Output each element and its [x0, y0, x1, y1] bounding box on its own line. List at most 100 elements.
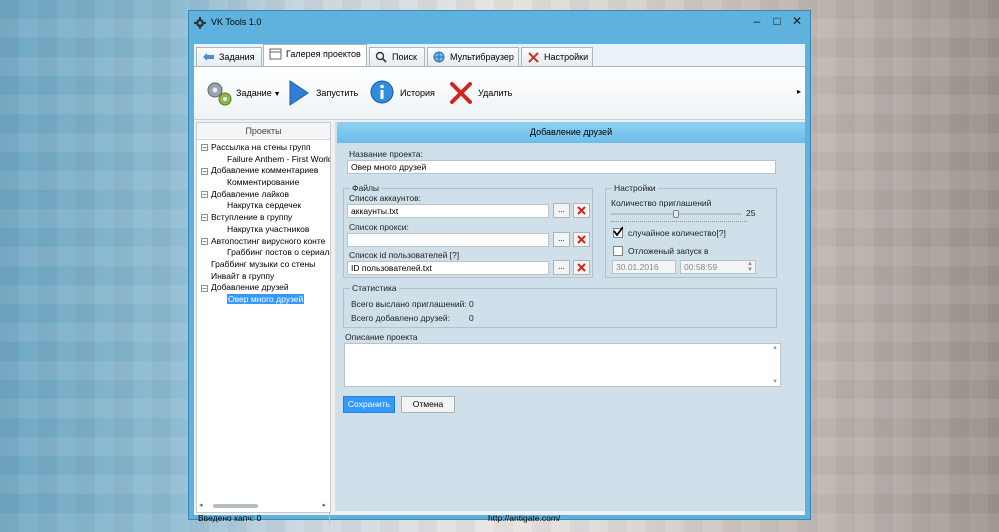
tab-search[interactable]: Поиск	[369, 47, 425, 66]
tree-child-label: Овер много друзей	[227, 293, 305, 304]
run-label: Запустить	[316, 88, 359, 98]
window-title: VK Tools 1.0	[211, 17, 262, 27]
delete-label: Удалить	[478, 88, 513, 98]
files-group-title: Файлы	[350, 183, 382, 193]
random-count-label: случайное количество[?]	[628, 228, 726, 238]
accounts-browse-button[interactable]: ...	[553, 203, 570, 218]
tasks-icon	[203, 53, 214, 61]
ribbon-toolbar: Задание ▼ Запустить История Удалить ▸	[194, 66, 805, 120]
ids-clear-button[interactable]	[573, 260, 590, 275]
tree-expander-icon[interactable]: −	[201, 214, 208, 222]
scroll-thumb[interactable]	[213, 504, 258, 508]
editor-header: Добавление друзей	[337, 122, 805, 143]
tab-settings[interactable]: Настройки	[521, 47, 593, 66]
tree-node-7[interactable]: − Добавление друзей	[197, 282, 330, 294]
tree-node-label: Добавление комментариев	[211, 165, 319, 176]
tree-child-label: Накрутка участников	[227, 223, 310, 234]
projects-panel: Проекты − Рассылка на стены групп Failure …	[196, 122, 331, 513]
proxy-label: Список прокси:	[349, 222, 409, 232]
tree-child-node[interactable]: Комментирование	[197, 177, 330, 189]
tree-node-0[interactable]: − Рассылка на стены групп	[197, 142, 330, 154]
tab-tasks-label: Задания	[219, 52, 255, 62]
accounts-clear-button[interactable]	[573, 203, 590, 218]
gallery-icon	[269, 48, 282, 60]
project-name-input[interactable]: Овер много друзей	[347, 160, 776, 174]
tree-expander-icon[interactable]: −	[201, 284, 208, 292]
tab-strip: Задания Галерея проектов Поиск Мультибра…	[194, 44, 805, 67]
ids-browse-button[interactable]: ...	[553, 260, 570, 275]
tab-tasks[interactable]: Задания	[196, 47, 262, 66]
delayed-start-checkbox[interactable]	[613, 246, 623, 256]
tree-child-node[interactable]: Граббинг постов о сериала	[197, 247, 330, 259]
tree-child-label: Граббинг постов о сериала	[227, 247, 330, 258]
tab-multibrowser-label: Мультибраузер	[450, 52, 514, 62]
tree-node-2[interactable]: − Добавление лайков	[197, 189, 330, 201]
textarea-scroll-up-icon[interactable]: ▲	[772, 345, 778, 351]
info-icon	[370, 80, 394, 104]
description-label: Описание проекта	[345, 332, 418, 342]
tree-expander-icon[interactable]: −	[201, 191, 208, 199]
tree-node-3[interactable]: − Вступление в группу	[197, 212, 330, 224]
delete-x-icon	[450, 82, 472, 104]
settings-group-title: Настройки	[612, 183, 658, 193]
textarea-scroll-down-icon[interactable]: ▼	[772, 379, 778, 385]
proxy-input[interactable]	[347, 233, 549, 247]
maximize-button[interactable]: □	[769, 13, 785, 29]
tree-node-label: Добавление лайков	[211, 188, 290, 199]
ribbon-more-icon[interactable]: ▸	[797, 87, 801, 96]
delayed-start-label: Отложеный запуск в	[628, 246, 709, 256]
tab-gallery[interactable]: Галерея проектов	[263, 44, 367, 67]
tree-node-label: Рассылка на стены групп	[211, 142, 311, 152]
tree-node-4[interactable]: − Автопостинг вирусного конте	[197, 236, 330, 248]
tree-node-5[interactable]: Граббинг музыки со стены	[197, 259, 330, 271]
random-count-checkbox[interactable]	[613, 226, 623, 238]
tree-child-node[interactable]: Failure Anthem - First World P	[197, 154, 330, 166]
close-button[interactable]: ✕	[789, 13, 805, 29]
service-url: http://antigate.com/	[488, 513, 561, 523]
time-spin-icon[interactable]: ▲ ▼	[747, 261, 753, 273]
cancel-button[interactable]: Отмена	[401, 396, 455, 413]
project-editor: Добавление друзей Название проекта: Овер…	[335, 122, 805, 511]
invites-slider[interactable]	[611, 209, 741, 219]
tree-expander-icon[interactable]: −	[201, 144, 208, 152]
save-button[interactable]: Сохранить	[343, 396, 395, 413]
tab-multibrowser[interactable]: Мультибраузер	[427, 47, 519, 66]
delete-button[interactable]: Удалить	[444, 75, 544, 111]
date-picker[interactable]: 30.01.2016	[612, 260, 676, 274]
description-textarea[interactable]: ▲ ▼	[344, 343, 781, 387]
invites-label: Количество приглашений	[611, 198, 712, 208]
projects-tree: − Рассылка на стены групп Failure Anthem -…	[197, 140, 330, 306]
captcha-count: Введено капч: 0	[198, 513, 262, 523]
invites-value: 25	[746, 208, 756, 218]
time-picker[interactable]: 00:58:59 ▲ ▼	[680, 260, 756, 274]
checkmark-icon	[613, 226, 623, 236]
accounts-input[interactable]: аккаунты.txt	[347, 204, 549, 218]
statistics-group-title: Статистика	[350, 283, 399, 293]
tree-child-label: Failure Anthem - First World P	[227, 153, 330, 164]
added-friends-label: Всего добавлено друзей:	[351, 313, 451, 323]
clear-x-icon	[577, 206, 586, 215]
tree-expander-icon[interactable]: −	[201, 237, 208, 245]
tree-node-label: Добавление друзей	[211, 282, 289, 293]
tree-node-1[interactable]: − Добавление комментариев	[197, 165, 330, 177]
play-icon	[289, 80, 309, 106]
tree-child-node[interactable]: Овер много друзей	[197, 293, 330, 306]
ids-input[interactable]: ID пользователей.txt	[347, 261, 549, 275]
sent-invites-label: Всего выслано приглашений:	[351, 299, 467, 309]
tree-child-label: Комментирование	[227, 177, 300, 188]
tree-child-node[interactable]: Накрутка сердечек	[197, 200, 330, 212]
tab-gallery-label: Галерея проектов	[286, 49, 361, 59]
proxy-browse-button[interactable]: ...	[553, 232, 570, 247]
tree-expander-icon[interactable]: −	[201, 167, 208, 175]
tree-node-label: Автопостинг вирусного конте	[211, 235, 326, 246]
proxy-clear-button[interactable]	[573, 232, 590, 247]
tree-child-node[interactable]: Накрутка участников	[197, 224, 330, 236]
minimize-button[interactable]: –	[749, 13, 765, 29]
tree-node-6[interactable]: Инвайт в группу	[197, 271, 330, 283]
scroll-right-icon[interactable]: ▸	[322, 501, 326, 509]
task-menu-label: Задание	[236, 88, 272, 98]
invites-slider-thumb[interactable]	[673, 210, 679, 218]
scroll-left-icon[interactable]: ◂	[199, 501, 203, 509]
tree-horizontal-scrollbar[interactable]: ◂ ▸	[199, 501, 326, 510]
clear-x-icon	[577, 263, 586, 272]
